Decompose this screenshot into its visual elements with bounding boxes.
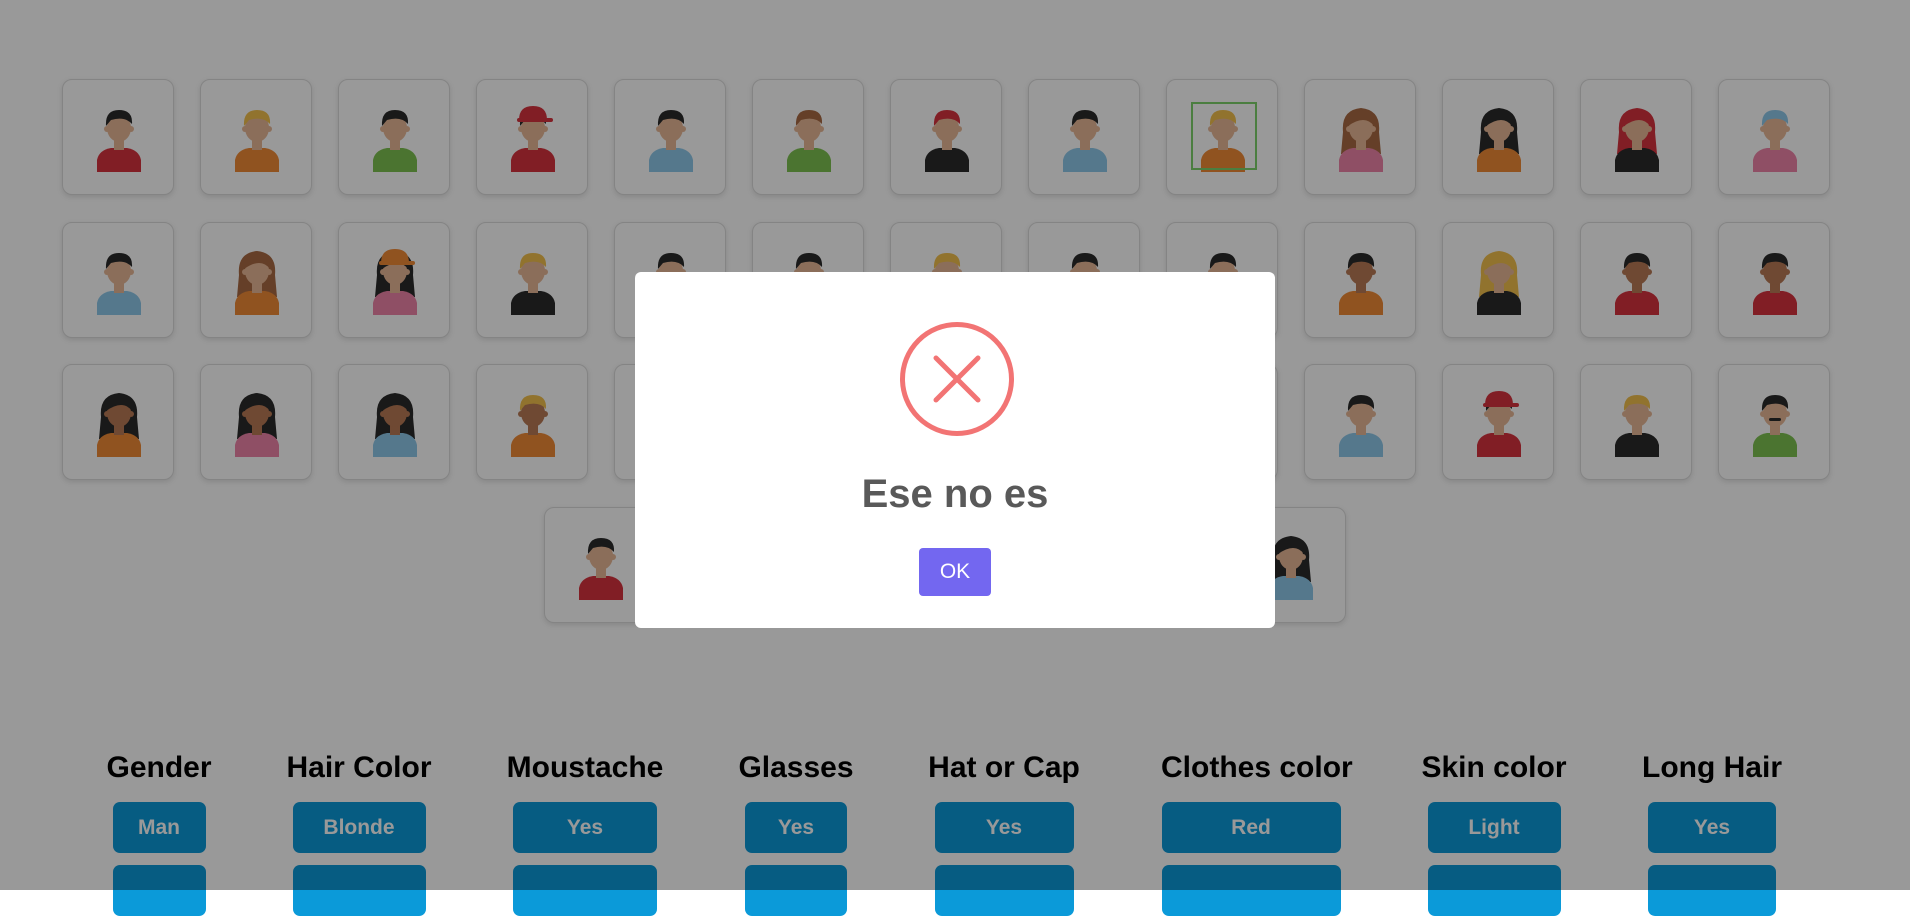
ok-button[interactable]: OK [919, 548, 991, 596]
error-x-icon [900, 322, 1014, 436]
result-dialog: Ese no es OK [635, 272, 1275, 628]
dialog-title: Ese no es [861, 472, 1049, 516]
modal-overlay: Ese no es OK [0, 0, 1910, 890]
